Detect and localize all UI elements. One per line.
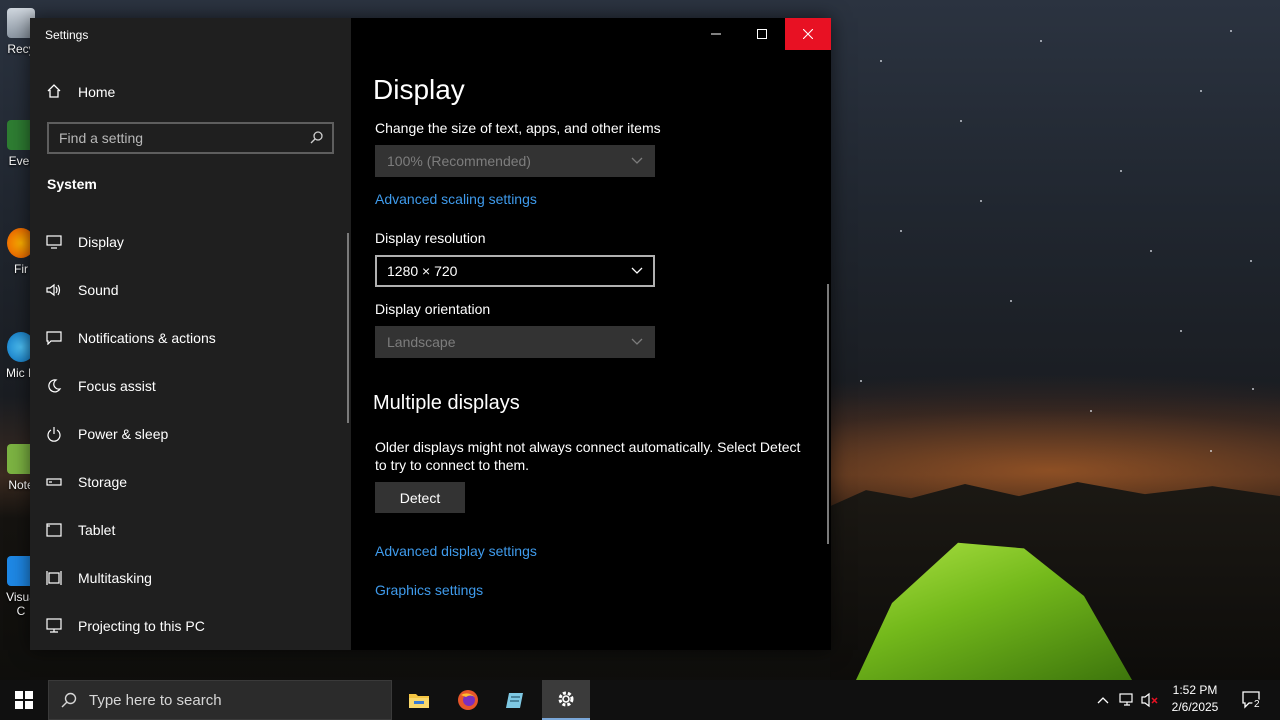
find-setting-search[interactable] [47,122,334,154]
sidebar-item-label: Sound [78,282,119,298]
settings-sidebar: Settings Home System Display Sound [30,18,351,650]
storage-icon [45,477,63,487]
network-status-button[interactable] [1117,680,1137,720]
nav-home[interactable]: Home [45,80,115,104]
find-setting-input[interactable] [59,130,310,146]
file-explorer-icon [409,694,429,708]
notification-count-badge: 2 [1252,699,1262,711]
resolution-label: Display resolution [375,230,486,246]
graphics-settings-link[interactable]: Graphics settings [375,582,483,598]
start-button[interactable] [0,680,48,720]
sidebar-item-label: Power & sleep [78,426,169,442]
sidebar-item-multitasking[interactable]: Multitasking [30,554,351,602]
volume-muted-icon [1141,692,1158,708]
sidebar-item-label: Storage [78,474,128,490]
page-title: Display [373,74,465,105]
speaker-icon [45,283,63,297]
taskbar-firefox[interactable] [444,680,492,720]
orientation-label: Display orientation [375,301,491,317]
orientation-value: Landscape [387,334,456,350]
sidebar-item-storage[interactable]: Storage [30,458,351,506]
display-settings-content: Display Change the size of text, apps, a… [351,18,831,650]
sidebar-item-label: Display [78,234,124,250]
notification-icon [45,331,63,345]
window-title: Settings [45,28,89,42]
sidebar-item-label: Projecting to this PC [78,618,205,634]
clock-date: 2/6/2025 [1171,700,1219,714]
sidebar-item-focus-assist[interactable]: Focus assist [30,362,351,410]
settings-icon [558,691,574,707]
moon-icon [45,378,63,394]
taskbar: Type here to search 1:52 PM 2/6/2025 2 [0,680,1280,720]
multiple-displays-title: Multiple displays [373,392,520,414]
content-scrollbar[interactable] [827,284,829,544]
sidebar-item-display[interactable]: Display [30,218,351,266]
sidebar-item-notifications[interactable]: Notifications & actions [30,314,351,362]
taskbar-search-placeholder: Type here to search [89,691,222,709]
sidebar-item-label: Tablet [78,522,116,538]
scale-label: Change the size of text, apps, and other… [375,120,661,136]
sidebar-scrollbar[interactable] [347,233,349,423]
sidebar-item-power-sleep[interactable]: Power & sleep [30,410,351,458]
resolution-dropdown[interactable]: 1280 × 720 [375,255,655,287]
taskbar-clock[interactable]: 1:52 PM 2/6/2025 [1164,682,1226,716]
power-icon [45,426,63,442]
tablet-icon [45,522,63,538]
notepad-icon [506,693,523,708]
scale-value: 100% (Recommended) [387,153,531,169]
resolution-value: 1280 × 720 [387,263,458,279]
search-icon [61,692,77,708]
home-icon [45,83,63,102]
nav-list: Display Sound Notifications & actions Fo… [30,218,351,650]
desktop-icon-label: Fir [14,262,28,276]
detect-button[interactable]: Detect [375,482,465,513]
taskbar-notepad[interactable] [492,680,540,720]
sidebar-item-label: Multitasking [78,570,152,586]
chevron-down-icon [631,157,643,164]
chevron-up-icon [1097,697,1109,704]
action-center-button[interactable]: 2 [1232,680,1272,720]
advanced-scaling-link[interactable]: Advanced scaling settings [375,191,537,207]
orientation-dropdown: Landscape [375,326,655,358]
nav-home-label: Home [78,84,116,100]
search-icon[interactable] [310,130,324,147]
scale-dropdown: 100% (Recommended) [375,145,655,177]
sidebar-item-sound[interactable]: Sound [30,266,351,314]
sidebar-item-label: Notifications & actions [78,330,216,346]
chevron-down-icon [631,267,643,274]
sidebar-item-tablet[interactable]: Tablet [30,506,351,554]
nav-section-system: System [47,176,97,192]
show-hidden-icons-button[interactable] [1094,680,1112,720]
clock-time: 1:52 PM [1172,683,1218,697]
volume-button[interactable] [1140,680,1160,720]
taskbar-file-explorer[interactable] [395,680,443,720]
monitor-icon [45,235,63,249]
multitasking-icon [45,570,63,586]
advanced-display-link[interactable]: Advanced display settings [375,543,537,559]
sidebar-item-projecting[interactable]: Projecting to this PC [30,602,351,650]
firefox-icon [458,690,478,710]
sidebar-item-label: Focus assist [78,378,156,394]
chevron-down-icon [631,338,643,345]
network-icon [1119,693,1133,706]
windows-logo-icon [15,691,33,709]
taskbar-search-box[interactable]: Type here to search [48,680,392,720]
projecting-icon [45,618,63,634]
settings-window: Settings Home System Display Sound [30,18,831,650]
taskbar-settings[interactable] [542,680,590,720]
multiple-displays-description: Older displays might not always connect … [375,439,801,473]
